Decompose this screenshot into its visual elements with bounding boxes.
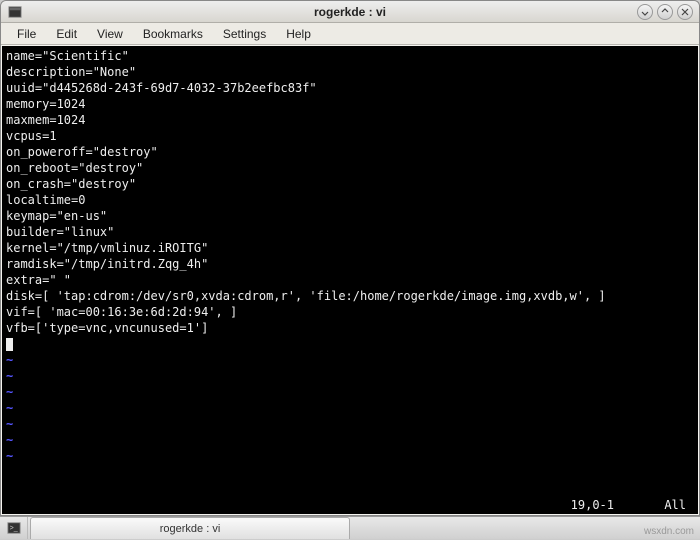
taskbar: >_ rogerkde : vi: [0, 516, 700, 539]
code-line: keymap="en-us": [6, 208, 694, 224]
code-line: localtime=0: [6, 192, 694, 208]
code-line: disk=[ 'tap:cdrom:/dev/sr0,xvda:cdrom,r'…: [6, 288, 694, 304]
code-line: name="Scientific": [6, 48, 694, 64]
menu-view[interactable]: View: [87, 24, 133, 44]
menu-file[interactable]: File: [7, 24, 46, 44]
window-controls: [637, 4, 693, 20]
code-line: vcpus=1: [6, 128, 694, 144]
vi-status-line: 19,0-1 All: [6, 497, 694, 513]
code-line: kernel="/tmp/vmlinuz.iROITG": [6, 240, 694, 256]
app-menu-icon[interactable]: [7, 4, 23, 20]
svg-text:>_: >_: [9, 525, 17, 532]
empty-line-tilde: ~: [6, 400, 694, 416]
taskbar-tab[interactable]: rogerkde : vi: [30, 517, 350, 539]
taskbar-tab-label: rogerkde : vi: [160, 523, 221, 535]
menu-edit[interactable]: Edit: [46, 24, 87, 44]
code-line: builder="linux": [6, 224, 694, 240]
window-title: rogerkde : vi: [314, 5, 386, 19]
empty-line-tilde: ~: [6, 432, 694, 448]
code-line: vif=[ 'mac=00:16:3e:6d:2d:94', ]: [6, 304, 694, 320]
code-line: on_reboot="destroy": [6, 160, 694, 176]
empty-line-tilde: ~: [6, 416, 694, 432]
empty-line-tilde: ~: [6, 384, 694, 400]
menu-help[interactable]: Help: [276, 24, 321, 44]
watermark: wsxdn.com: [644, 526, 694, 537]
code-line: vfb=['type=vnc,vncunused=1']: [6, 320, 694, 336]
menu-bookmarks[interactable]: Bookmarks: [133, 24, 213, 44]
minimize-button[interactable]: [637, 4, 653, 20]
code-line: ramdisk="/tmp/initrd.Zqg_4h": [6, 256, 694, 272]
maximize-button[interactable]: [657, 4, 673, 20]
code-line: on_crash="destroy": [6, 176, 694, 192]
code-line: description="None": [6, 64, 694, 80]
code-line: uuid="d445268d-243f-69d7-4032-37b2eefbc8…: [6, 80, 694, 96]
menubar: File Edit View Bookmarks Settings Help: [1, 23, 699, 45]
code-line: on_poweroff="destroy": [6, 144, 694, 160]
code-line: maxmem=1024: [6, 112, 694, 128]
cursor-block: [6, 338, 13, 351]
menu-settings[interactable]: Settings: [213, 24, 276, 44]
code-line: memory=1024: [6, 96, 694, 112]
app-window: rogerkde : vi File Edit View Bookmarks S…: [0, 0, 700, 516]
cursor-line: [6, 336, 694, 352]
empty-line-tilde: ~: [6, 368, 694, 384]
empty-line-tilde: ~: [6, 448, 694, 464]
cursor-position: 19,0-1: [571, 497, 614, 513]
terminal-viewport[interactable]: name="Scientific" description="None" uui…: [2, 46, 698, 514]
close-button[interactable]: [677, 4, 693, 20]
scroll-indicator: All: [664, 497, 686, 513]
titlebar[interactable]: rogerkde : vi: [1, 1, 699, 23]
code-line: extra=" ": [6, 272, 694, 288]
empty-line-tilde: ~: [6, 352, 694, 368]
taskbar-launcher-icon[interactable]: >_: [0, 517, 28, 539]
